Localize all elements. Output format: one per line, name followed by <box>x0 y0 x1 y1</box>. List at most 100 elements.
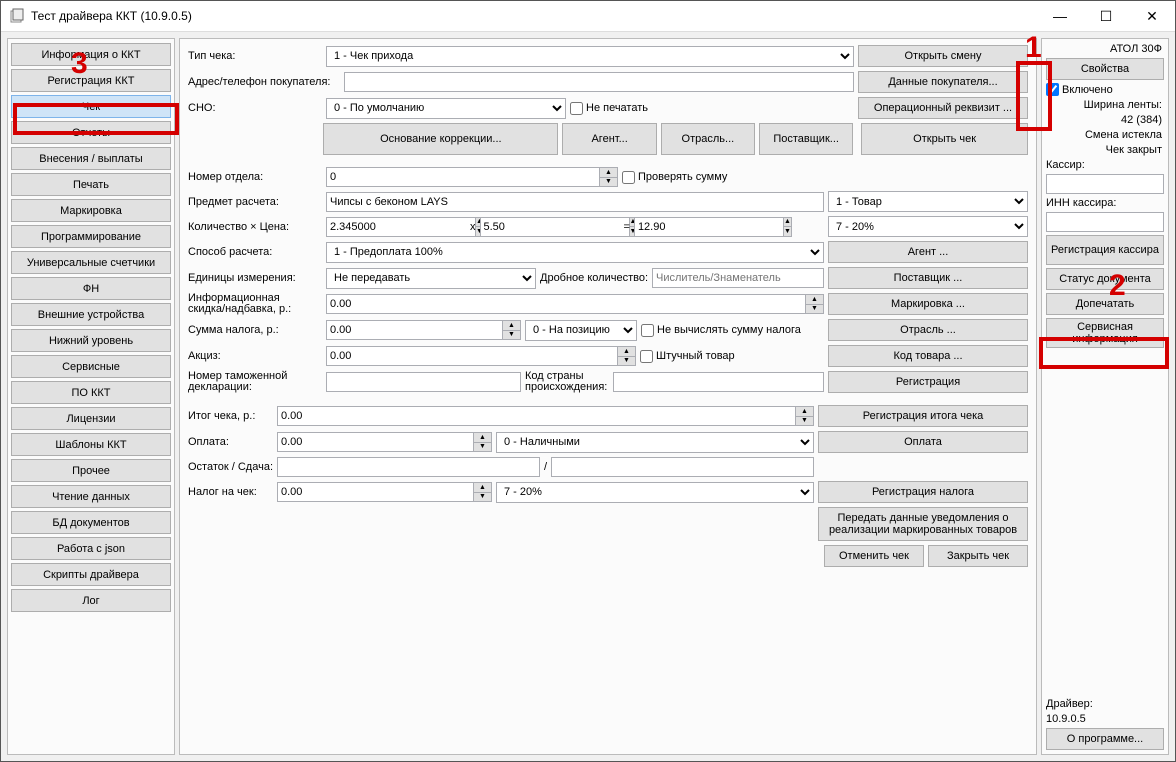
no-print-checkbox[interactable]: Не печатать <box>570 102 648 115</box>
customs-input[interactable] <box>326 372 521 392</box>
minimize-button[interactable]: — <box>1037 1 1083 31</box>
units-select[interactable]: Не передавать <box>326 268 536 289</box>
nav-tpl[interactable]: Шаблоны ККТ <box>11 433 171 456</box>
correction-basis-button[interactable]: Основание коррекции... <box>323 123 558 155</box>
payment-spinner[interactable]: ▲▼ <box>474 432 492 452</box>
nav-inout[interactable]: Внесения / выплаты <box>11 147 171 170</box>
enabled-checkbox[interactable]: Включено <box>1046 83 1164 96</box>
qty-input[interactable] <box>326 217 476 237</box>
reg-cashier-button[interactable]: Регистрация кассира <box>1046 235 1164 265</box>
nav-print[interactable]: Печать <box>11 173 171 196</box>
nav-reg[interactable]: Регистрация ККТ <box>11 69 171 92</box>
industry2-button[interactable]: Отрасль ... <box>828 319 1028 341</box>
cancel-check-button[interactable]: Отменить чек <box>824 545 924 567</box>
nav-log[interactable]: Лог <box>11 589 171 612</box>
check-sum-checkbox[interactable]: Проверять сумму <box>622 171 727 184</box>
cashier-label: Кассир: <box>1046 159 1164 171</box>
taxpos-select[interactable]: 0 - На позицию <box>525 320 637 341</box>
nav-marking[interactable]: Маркировка <box>11 199 171 222</box>
open-shift-button[interactable]: Открыть смену <box>858 45 1028 67</box>
nav-json[interactable]: Работа с json <box>11 537 171 560</box>
oper-req-button[interactable]: Операционный реквизит ... <box>858 97 1028 119</box>
fraction-input[interactable] <box>652 268 824 288</box>
doc-status-button[interactable]: Статус документа <box>1046 268 1164 290</box>
check-type-select[interactable]: 1 - Чек прихода <box>326 46 854 67</box>
excise-input[interactable] <box>326 346 618 366</box>
notify-button[interactable]: Передать данные уведомления о реализации… <box>818 507 1028 541</box>
label-subject: Предмет расчета: <box>188 196 322 208</box>
taxsum-spinner[interactable]: ▲▼ <box>503 320 521 340</box>
properties-button[interactable]: Свойства <box>1046 58 1164 80</box>
nav-fn[interactable]: ФН <box>11 277 171 300</box>
label-payment: Оплата: <box>188 436 273 448</box>
dept-spinner[interactable]: ▲▼ <box>600 167 618 187</box>
dept-input[interactable] <box>326 167 600 187</box>
total-spinner[interactable]: ▲▼ <box>796 406 814 426</box>
titlebar: Тест драйвера ККТ (10.9.0.5) — ☐ ✕ <box>1 1 1175 32</box>
open-check-button[interactable]: Открыть чек <box>861 123 1028 155</box>
supplier2-button[interactable]: Поставщик ... <box>828 267 1028 289</box>
nav-low[interactable]: Нижний уровень <box>11 329 171 352</box>
nav-db[interactable]: БД документов <box>11 511 171 534</box>
cashier-inn-input[interactable] <box>1046 212 1164 232</box>
excise-spinner[interactable]: ▲▼ <box>618 346 636 366</box>
nav-prog[interactable]: Программирование <box>11 225 171 248</box>
registration-button[interactable]: Регистрация <box>828 371 1028 393</box>
country-input[interactable] <box>613 372 824 392</box>
taxcheck-spinner[interactable]: ▲▼ <box>474 482 492 502</box>
infodisc-spinner[interactable]: ▲▼ <box>806 294 824 314</box>
taxcheck-rate-select[interactable]: 7 - 20% <box>496 482 814 503</box>
nav-counters[interactable]: Универсальные счетчики <box>11 251 171 274</box>
tax-select[interactable]: 7 - 20% <box>828 216 1028 237</box>
notax-checkbox[interactable]: Не вычислять сумму налога <box>641 324 801 337</box>
nav-info[interactable]: Информация о ККТ <box>11 43 171 66</box>
agent2-button[interactable]: Агент ... <box>828 241 1028 263</box>
agent-button[interactable]: Агент... <box>562 123 656 155</box>
cashier-input[interactable] <box>1046 174 1164 194</box>
nav-reports[interactable]: Отчеты <box>11 121 171 144</box>
nav-check[interactable]: Чек <box>11 95 171 118</box>
sum-spinner[interactable]: ▲▼ <box>784 217 792 237</box>
taxsum-input[interactable] <box>326 320 503 340</box>
about-button[interactable]: О программе... <box>1046 728 1164 750</box>
change-input[interactable] <box>551 457 814 477</box>
subject-type-select[interactable]: 1 - Товар <box>828 191 1028 212</box>
sum-input[interactable] <box>634 217 784 237</box>
reprint-button[interactable]: Допечатать <box>1046 293 1164 315</box>
price-input[interactable] <box>480 217 630 237</box>
nav-po[interactable]: ПО ККТ <box>11 381 171 404</box>
maximize-button[interactable]: ☐ <box>1083 1 1129 31</box>
buyer-data-button[interactable]: Данные покупателя... <box>858 71 1028 93</box>
label-customs: Номер таможенной декларации: <box>188 371 322 393</box>
code-button[interactable]: Код товара ... <box>828 345 1028 367</box>
label-addr: Адрес/телефон покупателя: <box>188 76 340 88</box>
subject-input[interactable] <box>326 192 824 212</box>
payment-input[interactable] <box>277 432 474 452</box>
close-window-button[interactable]: ✕ <box>1129 1 1175 31</box>
nav-service[interactable]: Сервисные <box>11 355 171 378</box>
service-info-button[interactable]: Сервисная информация <box>1046 318 1164 348</box>
nav-scripts[interactable]: Скрипты драйвера <box>11 563 171 586</box>
piece-checkbox[interactable]: Штучный товар <box>640 350 735 363</box>
marking-button[interactable]: Маркировка ... <box>828 293 1028 315</box>
taxcheck-input[interactable] <box>277 482 474 502</box>
supplier-button[interactable]: Поставщик... <box>759 123 853 155</box>
nav-ext[interactable]: Внешние устройства <box>11 303 171 326</box>
label-method: Способ расчета: <box>188 246 322 258</box>
method-select[interactable]: 1 - Предоплата 100% <box>326 242 824 263</box>
nav-other[interactable]: Прочее <box>11 459 171 482</box>
pay-button[interactable]: Оплата <box>818 431 1028 453</box>
paytype-select[interactable]: 0 - Наличными <box>496 432 814 453</box>
sno-select[interactable]: 0 - По умолчанию <box>326 98 566 119</box>
label-infodisc: Информационная скидка/надбавка, р.: <box>188 293 322 315</box>
total-input[interactable] <box>277 406 796 426</box>
nav-read[interactable]: Чтение данных <box>11 485 171 508</box>
reg-tax-button[interactable]: Регистрация налога <box>818 481 1028 503</box>
nav-lic[interactable]: Лицензии <box>11 407 171 430</box>
reg-total-button[interactable]: Регистрация итога чека <box>818 405 1028 427</box>
buyer-address-input[interactable] <box>344 72 854 92</box>
close-check-button[interactable]: Закрыть чек <box>928 545 1028 567</box>
industry-button[interactable]: Отрасль... <box>661 123 755 155</box>
infodisc-input[interactable] <box>326 294 806 314</box>
remain-input[interactable] <box>277 457 540 477</box>
